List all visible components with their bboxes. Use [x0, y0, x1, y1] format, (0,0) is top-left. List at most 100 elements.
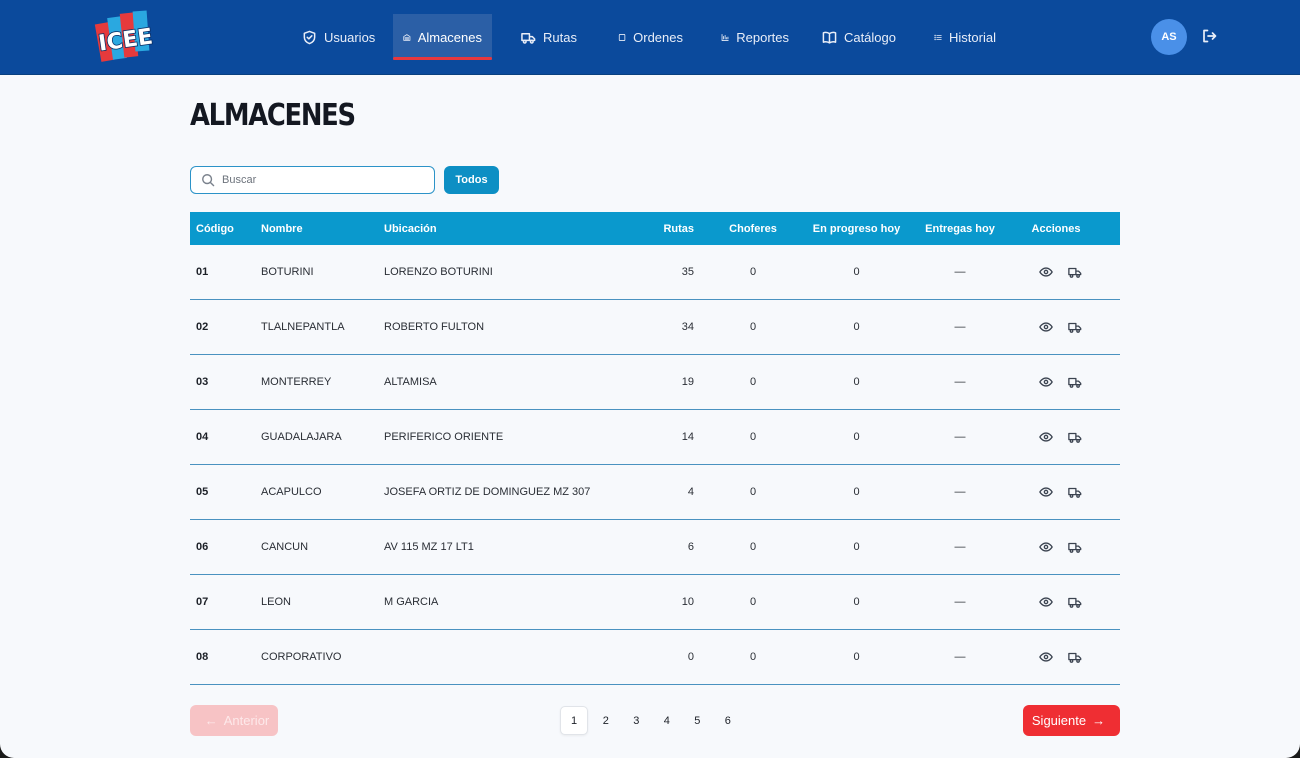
- nav-label: Usuarios: [324, 29, 376, 45]
- cell-acciones: [1021, 540, 1091, 554]
- column-header-codigo[interactable]: Código: [196, 223, 256, 235]
- nav-item-rutas[interactable]: Rutas: [492, 14, 590, 60]
- nav-item-historial[interactable]: Historial: [906, 14, 1006, 60]
- table-row: 05 ACAPULCO JOSEFA ORTIZ DE DOMINGUEZ MZ 3…: [190, 465, 1120, 520]
- view-eye-icon[interactable]: [1039, 485, 1053, 499]
- cell-rutas: 6: [687, 541, 694, 553]
- arrow-right-icon: →: [1092, 713, 1106, 728]
- cell-codigo: 07: [196, 596, 209, 608]
- routes-truck-icon[interactable]: [1068, 650, 1082, 664]
- cell-rutas: 35: [681, 266, 694, 278]
- cell-ubicacion: ALTAMISA: [384, 376, 437, 388]
- column-header-acciones: Acciones: [1031, 222, 1081, 235]
- routes-truck-icon[interactable]: [1068, 320, 1082, 334]
- table-row: 04 GUADALAJARA PERIFERICO ORIENTE 14 0 0 —: [190, 410, 1120, 465]
- list-icon: [934, 34, 942, 40]
- logout-button[interactable]: [1201, 28, 1219, 46]
- column-header-ubicacion[interactable]: Ubicación: [384, 223, 644, 235]
- cell-entregas-hoy: —: [954, 376, 966, 388]
- view-eye-icon[interactable]: [1039, 595, 1053, 609]
- nav-label: Catálogo: [843, 29, 896, 45]
- cell-choferes: 0: [749, 486, 757, 498]
- nav-label: Historial: [949, 29, 996, 45]
- previous-page-button[interactable]: ← Anterior: [190, 705, 278, 736]
- cell-rutas: 14: [681, 431, 694, 443]
- column-header-entregas-hoy[interactable]: Entregas hoy: [917, 223, 1003, 235]
- cell-choferes: 0: [749, 321, 757, 333]
- cell-en-progreso-hoy: 0: [853, 376, 860, 388]
- routes-truck-icon[interactable]: [1068, 485, 1082, 499]
- cell-codigo: 01: [196, 266, 209, 278]
- routes-truck-icon[interactable]: [1068, 265, 1082, 279]
- cell-nombre: CANCUN: [261, 541, 309, 553]
- page-number-button[interactable]: 6: [713, 706, 744, 735]
- nav-item-catalogo[interactable]: Catálogo: [799, 14, 906, 60]
- table-header: Código Nombre Ubicación Rutas Choferes E…: [190, 212, 1120, 245]
- cell-nombre: CORPORATIVO: [261, 651, 342, 663]
- page-number-button[interactable]: 4: [652, 706, 683, 735]
- main-nav: Usuarios Almacenes Rutas Ordenes Reporte…: [292, 14, 1006, 60]
- table-row: 02 TLALNEPANTLA ROBERTO FULTON 34 0 0 —: [190, 300, 1120, 355]
- cell-rutas: 4: [687, 486, 694, 498]
- view-eye-icon[interactable]: [1039, 650, 1053, 664]
- nav-label: Reportes: [736, 29, 789, 45]
- cell-entregas-hoy: —: [954, 596, 966, 608]
- cell-acciones: [1021, 375, 1091, 389]
- view-eye-icon[interactable]: [1039, 375, 1053, 389]
- view-eye-icon[interactable]: [1039, 320, 1053, 334]
- page-number-button[interactable]: 2: [591, 706, 622, 735]
- nav-item-ordenes[interactable]: Ordenes: [590, 14, 693, 60]
- user-avatar[interactable]: AS: [1151, 19, 1187, 55]
- page-number-button[interactable]: 1: [560, 706, 588, 735]
- cell-acciones: [1021, 650, 1091, 664]
- nav-item-almacenes[interactable]: Almacenes: [393, 14, 492, 60]
- truck-icon: [521, 32, 536, 44]
- filter-todos-button[interactable]: Todos: [444, 166, 499, 194]
- nav-item-usuarios[interactable]: Usuarios: [292, 14, 393, 60]
- logout-icon: [1203, 29, 1217, 43]
- top-navbar: ICEE Usuarios Almacenes Rutas Ordenes Re…: [0, 0, 1300, 75]
- cell-entregas-hoy: —: [954, 431, 966, 443]
- cell-nombre: BOTURINI: [261, 266, 314, 278]
- routes-truck-icon[interactable]: [1068, 375, 1082, 389]
- cell-en-progreso-hoy: 0: [853, 321, 860, 333]
- arrow-left-icon: ←: [204, 713, 218, 728]
- routes-truck-icon[interactable]: [1068, 540, 1082, 554]
- cell-codigo: 04: [196, 431, 209, 443]
- cell-choferes: 0: [749, 431, 757, 443]
- column-header-rutas[interactable]: Rutas: [640, 223, 694, 235]
- page-number-button[interactable]: 5: [682, 706, 713, 735]
- search-input[interactable]: [222, 174, 422, 186]
- next-page-button[interactable]: Siguiente →: [1023, 705, 1120, 736]
- page-number-button[interactable]: 3: [621, 706, 652, 735]
- nav-item-reportes[interactable]: Reportes: [693, 14, 799, 60]
- cell-entregas-hoy: —: [954, 651, 966, 663]
- routes-truck-icon[interactable]: [1068, 430, 1082, 444]
- cell-nombre: MONTERREY: [261, 376, 332, 388]
- cell-choferes: 0: [749, 266, 757, 278]
- view-eye-icon[interactable]: [1039, 430, 1053, 444]
- cell-entregas-hoy: —: [954, 321, 966, 333]
- column-header-en-progreso-hoy[interactable]: En progreso hoy: [791, 223, 922, 235]
- warehouse-icon: [403, 33, 411, 41]
- view-eye-icon[interactable]: [1039, 265, 1053, 279]
- cell-nombre: LEON: [261, 596, 291, 608]
- previous-label: Anterior: [223, 713, 270, 728]
- column-header-choferes[interactable]: Choferes: [713, 223, 793, 235]
- cell-acciones: [1021, 320, 1091, 334]
- column-header-nombre[interactable]: Nombre: [261, 223, 381, 235]
- cell-acciones: [1021, 265, 1091, 279]
- cell-rutas: 0: [687, 651, 694, 663]
- cell-ubicacion: M GARCIA: [384, 596, 439, 608]
- table-row: 07 LEON M GARCIA 10 0 0 —: [190, 575, 1120, 630]
- cell-en-progreso-hoy: 0: [853, 486, 860, 498]
- cell-en-progreso-hoy: 0: [853, 541, 860, 553]
- cell-entregas-hoy: —: [954, 266, 966, 278]
- cell-choferes: 0: [749, 651, 757, 663]
- icee-logo[interactable]: ICEE: [92, 9, 160, 65]
- cell-codigo: 02: [196, 321, 209, 333]
- cell-codigo: 08: [196, 651, 209, 663]
- view-eye-icon[interactable]: [1039, 540, 1053, 554]
- search-box[interactable]: [190, 166, 435, 194]
- routes-truck-icon[interactable]: [1068, 595, 1082, 609]
